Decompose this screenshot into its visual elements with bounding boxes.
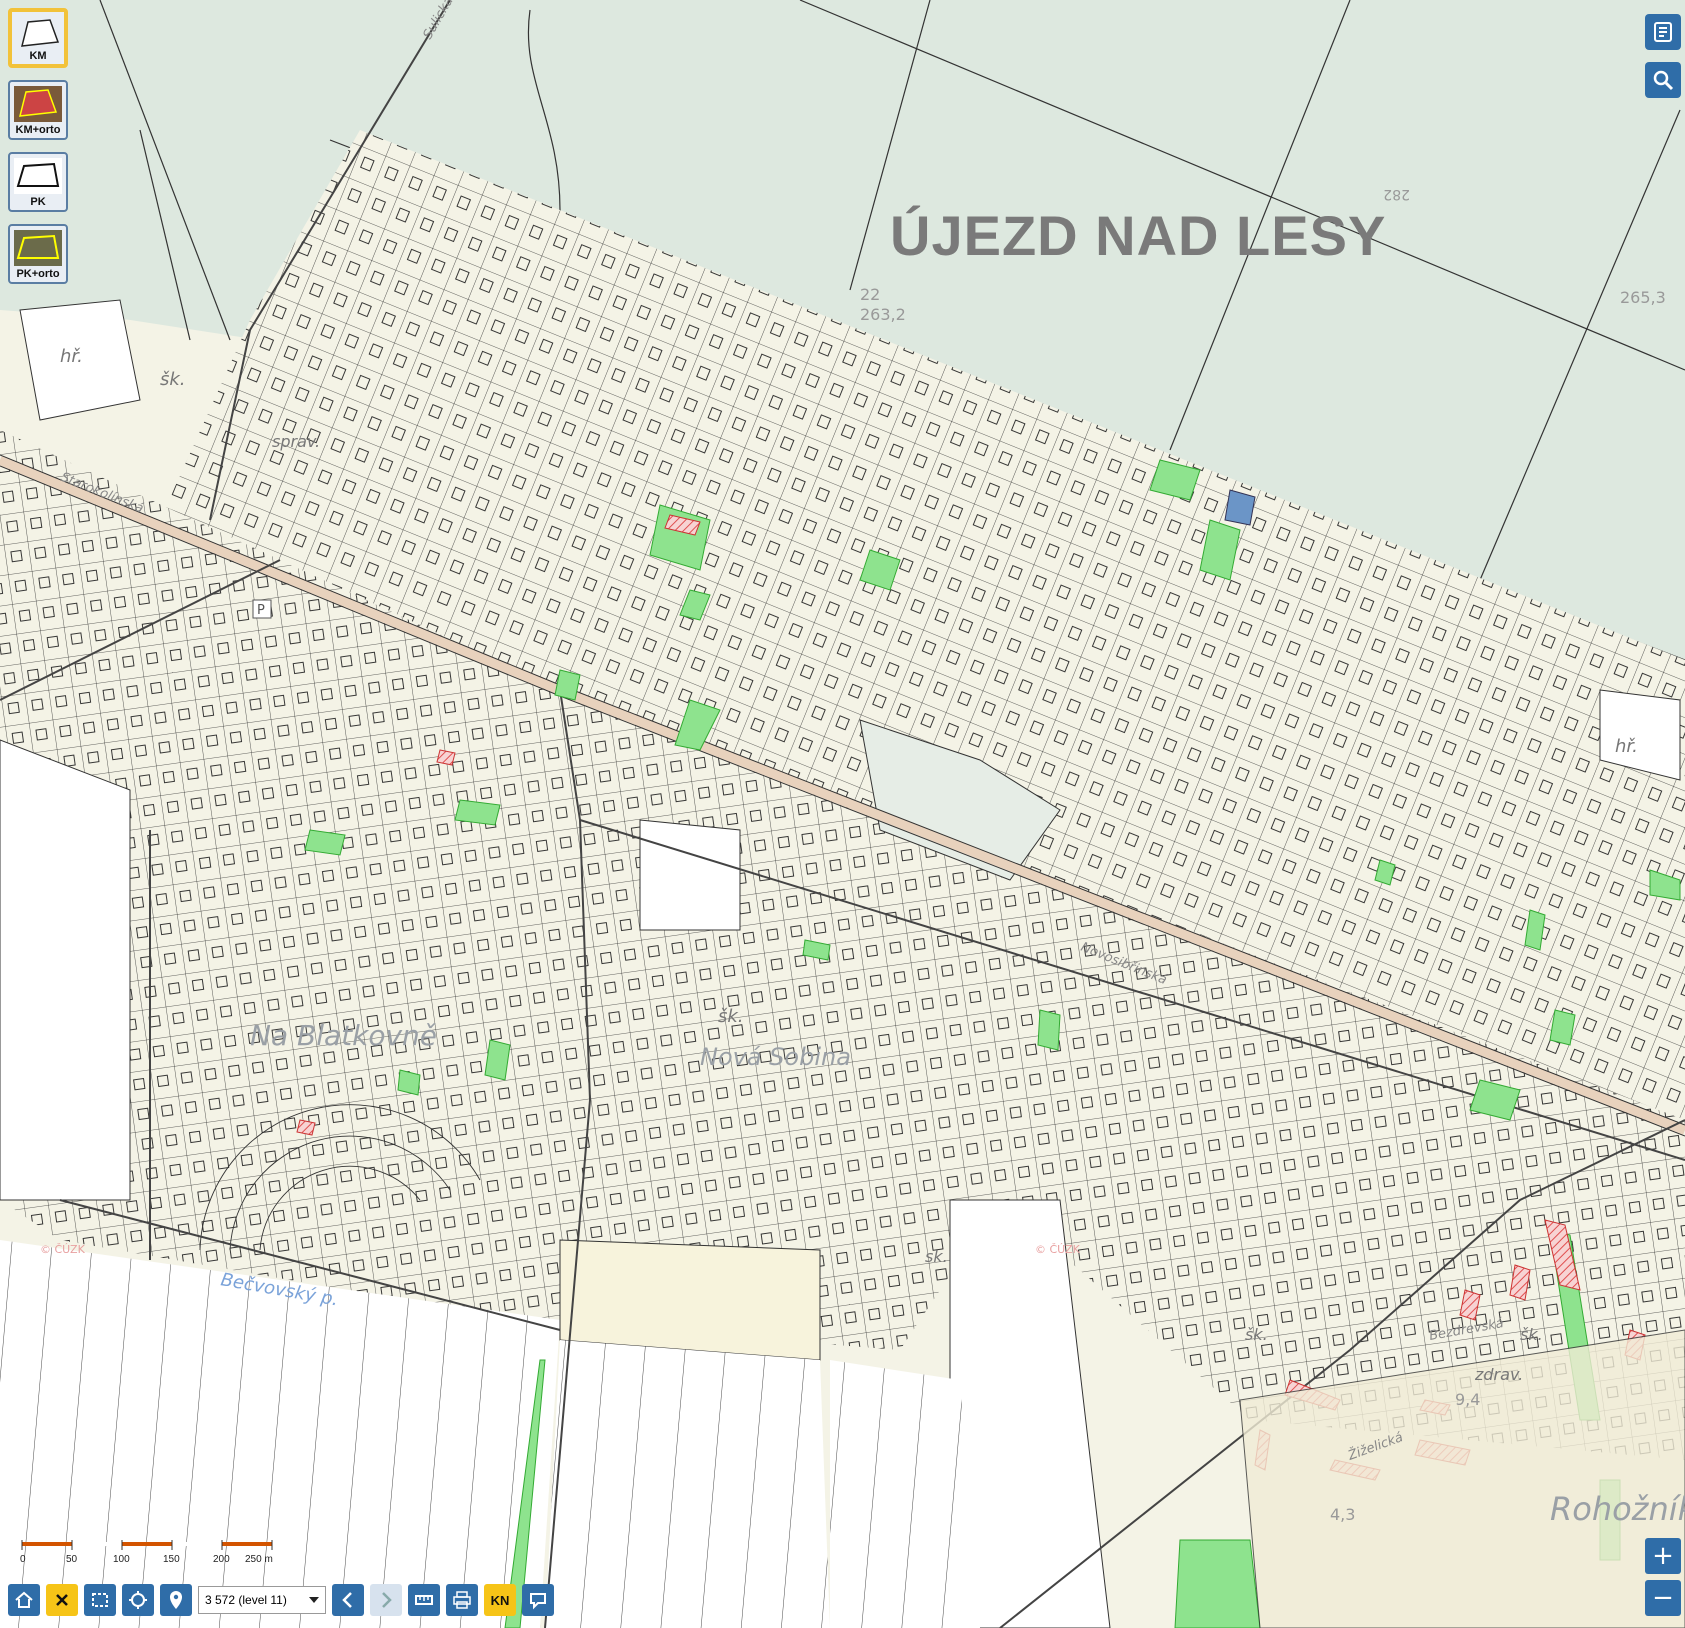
chevron-down-icon [309,1597,319,1603]
place-label-nova-sobina: Nová Sobina [700,1043,851,1071]
pk-orto-icon [14,230,62,266]
print-button[interactable] [446,1584,478,1616]
layer-km-orto-button[interactable]: KM+orto [8,80,68,140]
scale-value: 3 572 (level 11) [205,1593,287,1607]
building-label: hř. [60,346,83,367]
elevation-label: 265,3 [1620,288,1666,307]
building-label: sk. [925,1247,948,1266]
kn-button[interactable]: KN [484,1584,516,1616]
layer-label: PK [30,196,46,208]
place-label-rohoznik: Rohožník [1550,1490,1685,1528]
clear-button[interactable] [46,1584,78,1616]
layer-label: KM [29,50,47,62]
layer-km-button[interactable]: KM [8,8,68,68]
measure-button[interactable] [408,1584,440,1616]
scale-tick: 250 m [245,1554,273,1565]
copyright-label: © ČÚZK [40,1243,86,1256]
bottom-toolbar: 3 572 (level 11) KN [8,1584,554,1616]
ruler-icon [415,1595,433,1605]
copyright-label: © ČÚZK [1035,1243,1081,1256]
kn-label: KN [490,1592,510,1608]
building-label: zdrav. [1474,1365,1523,1384]
scale-select[interactable]: 3 572 (level 11) [198,1586,326,1614]
layer-pk-button[interactable]: PK [8,152,68,212]
building-label: šk. [718,1006,744,1027]
chevron-right-icon [382,1592,392,1608]
elevation-label: 263,2 [860,305,906,324]
place-label-na-blatkovne: Na Blatkovně [250,1019,437,1052]
layer-label: KM+orto [15,124,61,136]
layer-pk-orto-button[interactable]: PK+orto [8,224,68,284]
home-button[interactable] [8,1584,40,1616]
scale-tick: 100 [113,1554,130,1565]
elevation-label: 22 [860,285,880,304]
locate-button[interactable] [122,1584,154,1616]
scale-tick: 150 [163,1554,180,1565]
scale-tick: 200 [213,1554,230,1565]
building-label: hř. [1615,736,1638,757]
building-label: šk. [1245,1325,1268,1344]
legend-icon [1654,22,1672,42]
building-label: šk. [1520,1325,1543,1344]
scale-tick: 50 [66,1554,78,1565]
scale-bar: 0 50 100 150 200 250 m [20,1540,273,1565]
blue-parcel [1224,489,1256,526]
info-tool-button[interactable] [522,1584,554,1616]
select-rectangle-icon [92,1593,108,1607]
crosshair-icon [129,1591,147,1609]
map-pin-icon [170,1591,182,1609]
km-icon [21,19,60,47]
print-icon [453,1591,471,1609]
elevation-label: 4,3 [1330,1505,1355,1524]
layer-label: PK+orto [16,268,60,280]
km-orto-icon [14,86,62,122]
zoom-in-button[interactable]: + [1645,1538,1681,1574]
building-label: sprav. [272,432,320,451]
legend-button[interactable] [1645,14,1681,50]
elevation-label: 9,4 [1455,1390,1480,1409]
search-button[interactable] [1645,62,1681,98]
close-icon [56,1594,68,1606]
zoom-in-label: + [1652,1541,1674,1571]
building-label: šk. [160,369,186,390]
parking-label: P [257,603,265,618]
zoom-out-button[interactable]: − [1645,1580,1681,1616]
region-label: ÚJEZD NAD LESY [890,204,1386,267]
previous-view-button[interactable] [332,1584,364,1616]
marker-button[interactable] [160,1584,192,1616]
pk-icon [14,158,62,194]
next-view-button[interactable] [370,1584,402,1616]
cadastral-map[interactable]: ÚJEZD NAD LESY Na Blatkovně Rohožník Nov… [0,0,1685,1628]
zoom-out-label: − [1652,1583,1674,1613]
chevron-left-icon [342,1592,352,1608]
select-area-button[interactable] [84,1584,116,1616]
search-icon [1653,70,1674,91]
scale-tick: 0 [20,1554,26,1565]
info-pointer-icon [530,1593,546,1610]
home-icon [15,1591,33,1608]
elevation-label: 282 [1383,186,1410,202]
